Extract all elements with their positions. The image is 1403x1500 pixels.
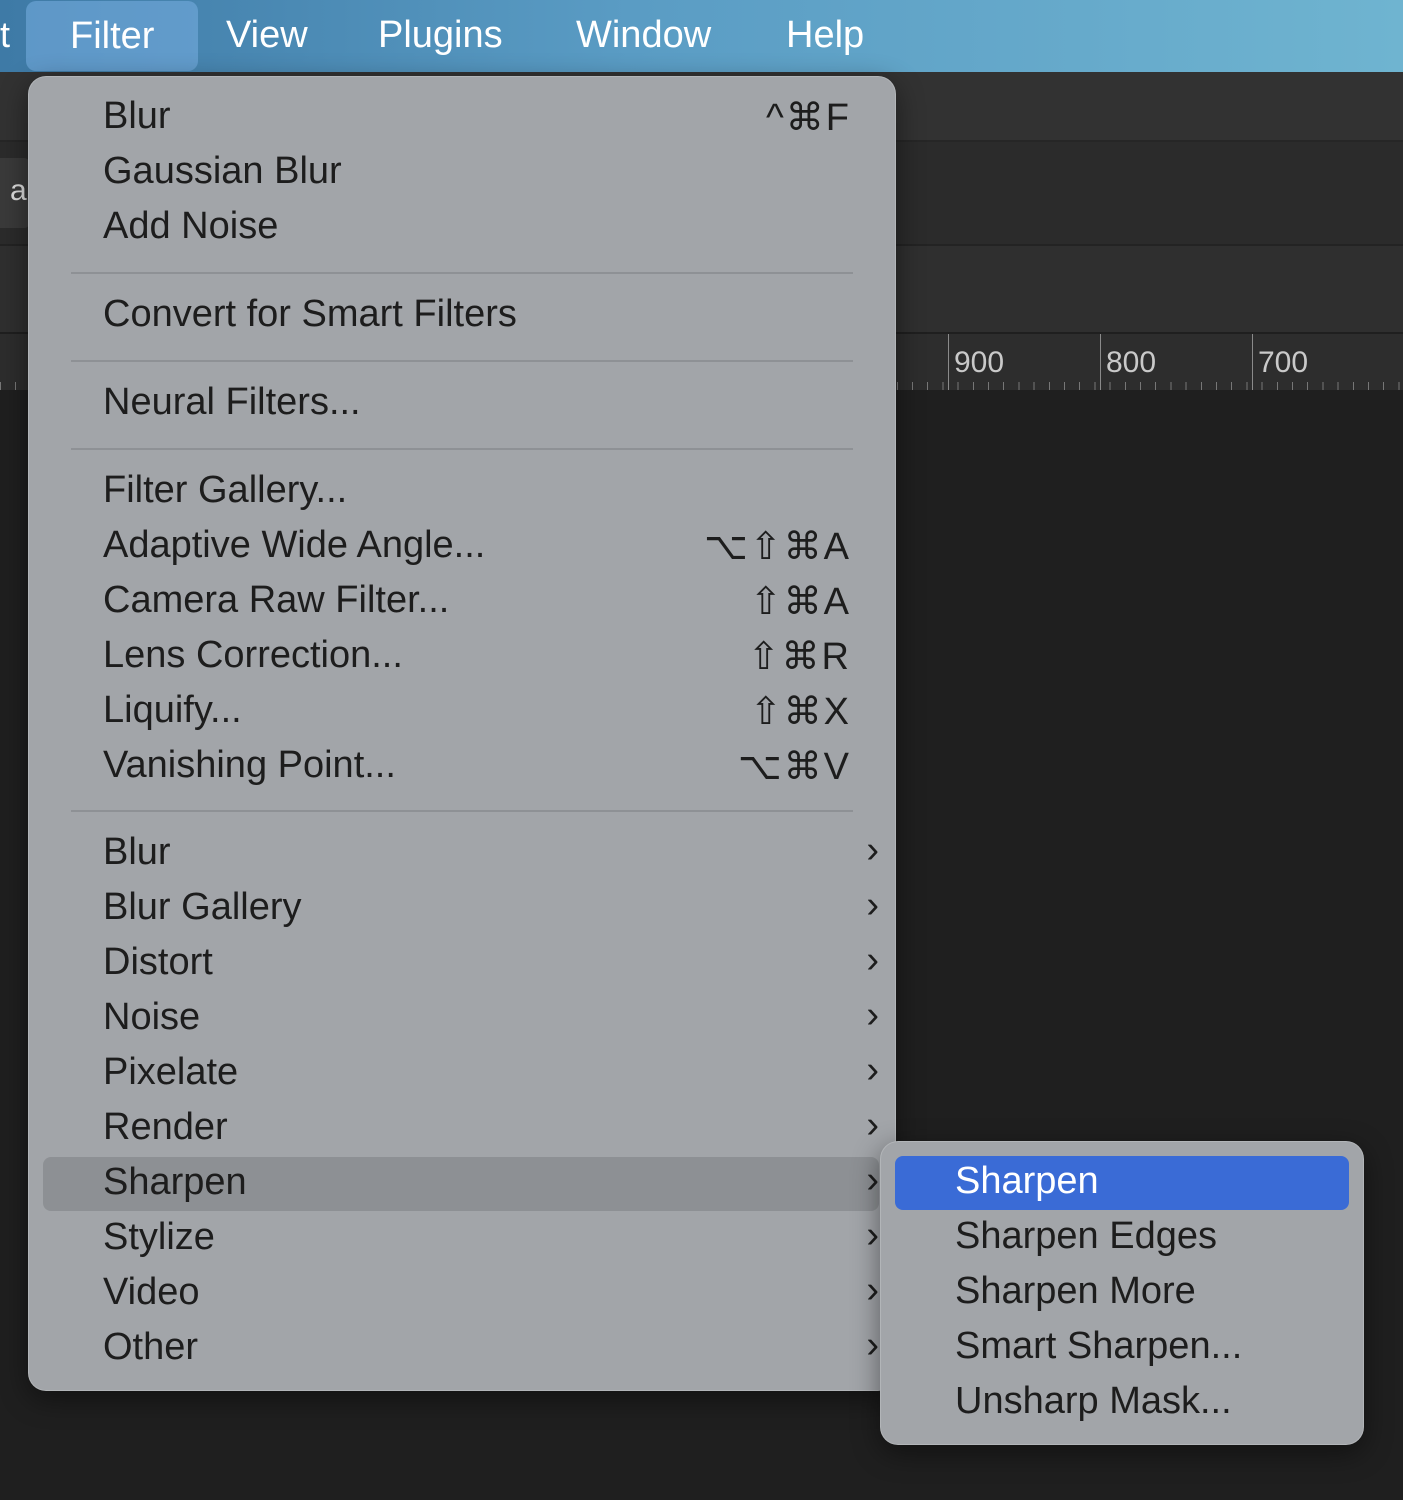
chevron-right-icon: › <box>866 1104 879 1146</box>
ruler-tick <box>1252 334 1253 390</box>
submenu-other[interactable]: Other › <box>43 1322 879 1376</box>
menu-item-sharpen[interactable]: Sharpen <box>895 1156 1349 1210</box>
menu-window[interactable]: Window <box>532 0 755 72</box>
chevron-right-icon: › <box>866 1159 879 1201</box>
chevron-right-icon: › <box>866 1049 879 1091</box>
menu-separator <box>71 448 853 450</box>
menu-item-camera-raw-filter[interactable]: Camera Raw Filter... ⇧⌘A <box>43 575 879 629</box>
submenu-pixelate[interactable]: Pixelate › <box>43 1047 879 1101</box>
ruler-label: 700 <box>1258 346 1309 379</box>
submenu-distort[interactable]: Distort › <box>43 937 879 991</box>
submenu-blur[interactable]: Blur › <box>43 827 879 881</box>
menu-item-sharpen-edges[interactable]: Sharpen Edges <box>895 1211 1349 1265</box>
submenu-noise[interactable]: Noise › <box>43 992 879 1046</box>
menu-item-sharpen-more[interactable]: Sharpen More <box>895 1266 1349 1320</box>
chevron-right-icon: › <box>866 1214 879 1256</box>
shortcut-label: ⌥⇧⌘A <box>704 526 851 568</box>
shortcut-label: ⇧⌘A <box>749 581 851 623</box>
submenu-sharpen[interactable]: Sharpen › <box>43 1157 879 1211</box>
menu-help[interactable]: Help <box>742 0 908 72</box>
filter-menu: Blur ^⌘F Gaussian Blur Add Noise Convert… <box>28 76 896 1391</box>
shortcut-label: ⌥⌘V <box>737 746 851 788</box>
chevron-right-icon: › <box>866 1324 879 1366</box>
menu-item-filter-gallery[interactable]: Filter Gallery... <box>43 465 879 519</box>
menu-separator <box>71 360 853 362</box>
document-tab[interactable]: a <box>0 158 30 228</box>
ruler-label: 800 <box>1106 346 1157 379</box>
menu-item-lens-correction[interactable]: Lens Correction... ⇧⌘R <box>43 630 879 684</box>
submenu-stylize[interactable]: Stylize › <box>43 1212 879 1266</box>
menu-separator <box>71 810 853 812</box>
submenu-render[interactable]: Render › <box>43 1102 879 1156</box>
shortcut-label: ⇧⌘R <box>747 636 851 678</box>
menu-item-vanishing-point[interactable]: Vanishing Point... ⌥⌘V <box>43 740 879 794</box>
menu-item-smart-sharpen[interactable]: Smart Sharpen... <box>895 1321 1349 1375</box>
chevron-right-icon: › <box>866 1269 879 1311</box>
menu-view[interactable]: View <box>182 0 352 72</box>
menu-item-last-filter[interactable]: Blur ^⌘F <box>43 91 879 145</box>
menu-item-liquify[interactable]: Liquify... ⇧⌘X <box>43 685 879 739</box>
sharpen-submenu: Sharpen Sharpen Edges Sharpen More Smart… <box>880 1141 1364 1445</box>
menu-item-adaptive-wide-angle[interactable]: Adaptive Wide Angle... ⌥⇧⌘A <box>43 520 879 574</box>
menu-item-add-noise[interactable]: Add Noise <box>43 201 879 255</box>
chevron-right-icon: › <box>866 829 879 871</box>
menu-item-gaussian-blur[interactable]: Gaussian Blur <box>43 146 879 200</box>
menu-filter[interactable]: Filter <box>26 1 199 71</box>
menu-bar: t Filter View Plugins Window Help <box>0 0 1403 72</box>
chevron-right-icon: › <box>866 939 879 981</box>
ruler-tick <box>948 334 949 390</box>
menu-item-unsharp-mask[interactable]: Unsharp Mask... <box>895 1376 1349 1430</box>
chevron-right-icon: › <box>866 994 879 1036</box>
menu-item-convert-smart-filters[interactable]: Convert for Smart Filters <box>43 289 879 343</box>
menu-separator <box>71 272 853 274</box>
submenu-blur-gallery[interactable]: Blur Gallery › <box>43 882 879 936</box>
submenu-video[interactable]: Video › <box>43 1267 879 1321</box>
shortcut-label: ^⌘F <box>765 97 851 139</box>
ruler-tick <box>1100 334 1101 390</box>
menu-plugins[interactable]: Plugins <box>334 0 547 72</box>
menu-item-neural-filters[interactable]: Neural Filters... <box>43 377 879 431</box>
shortcut-label: ⇧⌘X <box>749 691 851 733</box>
menubar-partial-item[interactable]: t <box>0 14 10 56</box>
ruler-label: 900 <box>954 346 1005 379</box>
chevron-right-icon: › <box>866 884 879 926</box>
